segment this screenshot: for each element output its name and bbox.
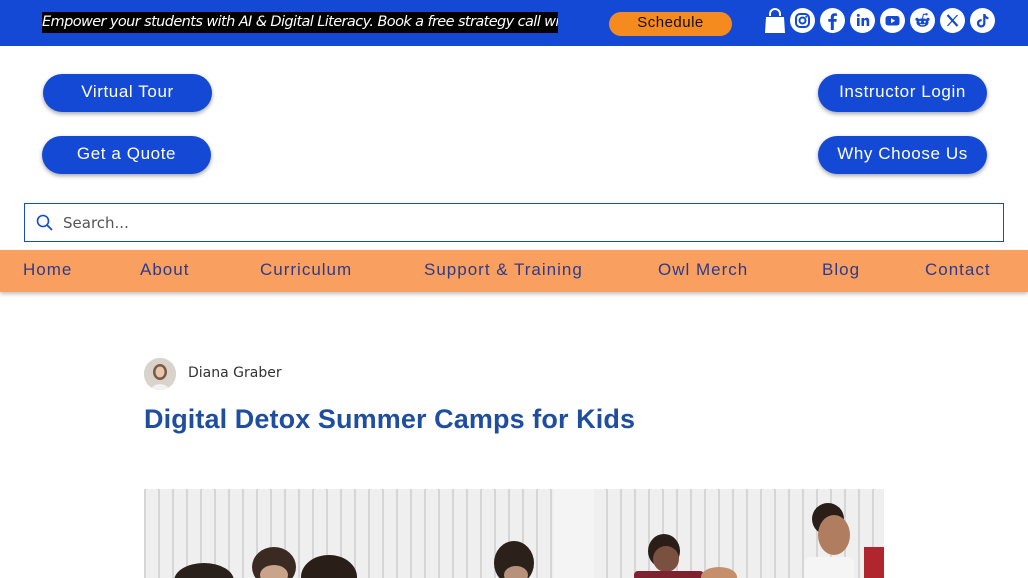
nav-item-blog[interactable]: Blog [822,250,860,292]
facebook-icon[interactable] [820,8,845,33]
nav-item-curriculum[interactable]: Curriculum [260,250,352,292]
shopping-bag-icon[interactable] [764,8,786,34]
linkedin-icon[interactable] [850,8,875,33]
schedule-button[interactable]: Schedule [609,12,732,36]
get-quote-button[interactable]: Get a Quote [42,136,211,174]
reddit-icon[interactable] [910,8,935,33]
nav-item-owl-merch[interactable]: Owl Merch [658,250,748,292]
nav-item-about[interactable]: About [140,250,189,292]
author-name[interactable]: Diana Graber [188,365,282,381]
instagram-icon[interactable] [790,8,815,33]
nav-item-home[interactable]: Home [23,250,72,292]
search-input[interactable] [63,204,983,241]
why-choose-us-button[interactable]: Why Choose Us [818,136,987,174]
search-icon [36,214,53,235]
nav-item-contact[interactable]: Contact [925,250,991,292]
tiktok-icon[interactable] [970,8,995,33]
youtube-icon[interactable] [880,8,905,33]
nav-item-support-training[interactable]: Support & Training [424,250,583,292]
x-icon[interactable] [940,8,965,33]
post-title: Digital Detox Summer Camps for Kids [144,404,636,434]
hero-image [144,489,884,578]
virtual-tour-button[interactable]: Virtual Tour [43,74,212,112]
avatar[interactable] [144,358,176,390]
instructor-login-button[interactable]: Instructor Login [818,74,987,112]
main-nav: Home About Curriculum Support & Training… [0,250,1028,292]
top-banner: Empower your students with AI & Digital … [0,0,1028,46]
search-bar[interactable] [24,203,1004,242]
promo-text[interactable]: Empower your students with AI & Digital … [42,12,558,33]
